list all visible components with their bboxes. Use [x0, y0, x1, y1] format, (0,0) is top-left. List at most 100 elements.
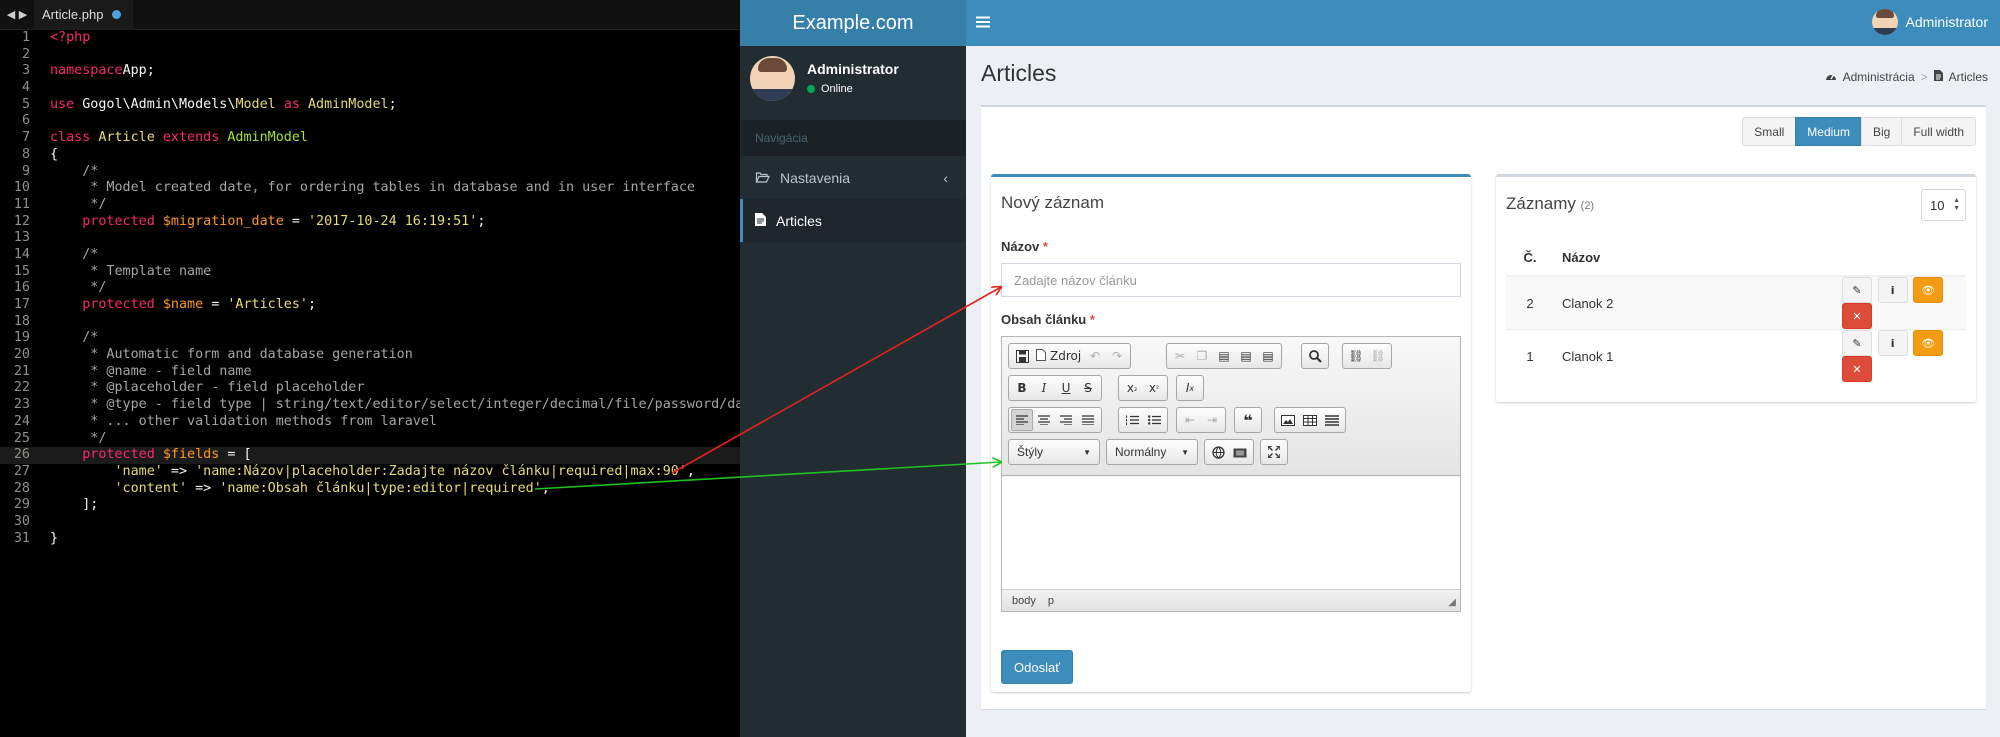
- image-icon[interactable]: [1277, 409, 1299, 431]
- cut-icon[interactable]: ✂: [1169, 345, 1191, 367]
- size-big-button[interactable]: Big: [1860, 117, 1903, 146]
- column-header-name[interactable]: Názov: [1554, 239, 1836, 277]
- breadcrumb-home[interactable]: Administrácia: [1843, 70, 1915, 84]
- code-line[interactable]: 28 'content' => 'name:Obsah článku|type:…: [0, 481, 740, 498]
- code-line[interactable]: 13: [0, 230, 740, 247]
- view-button[interactable]: 👁: [1913, 277, 1944, 303]
- video-icon[interactable]: [1229, 441, 1251, 463]
- code-line[interactable]: 15 * Template name: [0, 264, 740, 281]
- sidebar-item-articles[interactable]: Articles: [740, 199, 966, 242]
- unlink-icon[interactable]: ⛓: [1367, 345, 1389, 367]
- superscript-icon[interactable]: x²: [1143, 377, 1165, 399]
- code-line[interactable]: 8{: [0, 147, 740, 164]
- size-medium-button[interactable]: Medium: [1795, 117, 1862, 146]
- resize-grip-icon[interactable]: ◢: [1448, 597, 1456, 608]
- source-button[interactable]: Zdroj: [1033, 345, 1084, 367]
- code-line[interactable]: 21 * @name - field name: [0, 364, 740, 381]
- name-input[interactable]: [1001, 263, 1461, 297]
- info-button[interactable]: i: [1877, 277, 1908, 303]
- code-line[interactable]: 9 /*: [0, 164, 740, 181]
- remove-format-icon[interactable]: Ix: [1179, 377, 1201, 399]
- table-icon[interactable]: [1299, 409, 1321, 431]
- code-line[interactable]: 31}: [0, 531, 740, 548]
- outdent-icon[interactable]: ⇤: [1179, 409, 1201, 431]
- format-combo[interactable]: Normálny ▼: [1106, 439, 1198, 465]
- editor-tab[interactable]: Article.php: [34, 0, 134, 30]
- table-row[interactable]: 1 Clanok 1 ✎ i 👁 ✕: [1506, 329, 1966, 382]
- maximize-icon[interactable]: [1263, 441, 1285, 463]
- paste-word-icon[interactable]: ▤: [1257, 345, 1279, 367]
- horizontal-line-icon[interactable]: [1321, 409, 1343, 431]
- indent-icon[interactable]: ⇥: [1201, 409, 1223, 431]
- copy-icon[interactable]: ❐: [1191, 345, 1213, 367]
- code-line[interactable]: 30: [0, 514, 740, 531]
- code-line[interactable]: 4: [0, 80, 740, 97]
- code-area[interactable]: 1 <?php 2 3 namespaceApp; 4 5 use Gogol\Admin\M…: [0, 30, 740, 547]
- bulleted-list-icon[interactable]: [1143, 409, 1165, 431]
- code-line[interactable]: 23 * @type - field type | string/text/ed…: [0, 397, 740, 414]
- code-line[interactable]: 26 protected $fields = [: [0, 447, 740, 464]
- path-body[interactable]: body: [1012, 595, 1036, 607]
- view-button[interactable]: 👁: [1913, 330, 1944, 356]
- code-text: ];: [50, 497, 99, 513]
- align-center-icon[interactable]: [1033, 409, 1055, 431]
- underline-icon[interactable]: U: [1055, 377, 1077, 399]
- sidebar-item-nastavenia[interactable]: Nastavenia ‹: [740, 156, 966, 199]
- code-line[interactable]: 7 class Article extends AdminModel: [0, 130, 740, 147]
- edit-button[interactable]: ✎: [1842, 277, 1872, 303]
- edit-button[interactable]: ✎: [1842, 330, 1872, 356]
- hamburger-menu-icon[interactable]: [976, 12, 990, 33]
- blockquote-icon[interactable]: ❝: [1237, 409, 1259, 431]
- info-button[interactable]: i: [1877, 330, 1908, 356]
- table-row[interactable]: 2 Clanok 2 ✎ i 👁 ✕: [1506, 275, 1966, 330]
- code-line[interactable]: 6: [0, 113, 740, 130]
- code-line[interactable]: 12 protected $migration_date = '2017-10-…: [0, 214, 740, 231]
- code-line[interactable]: 24 * ... other validation methods from l…: [0, 414, 740, 431]
- code-line[interactable]: 11 */: [0, 197, 740, 214]
- code-line[interactable]: 20 * Automatic form and database generat…: [0, 347, 740, 364]
- italic-icon[interactable]: I: [1033, 377, 1055, 399]
- code-line[interactable]: 16 */: [0, 280, 740, 297]
- code-line[interactable]: 18: [0, 314, 740, 331]
- delete-button[interactable]: ✕: [1842, 356, 1872, 382]
- code-line[interactable]: 27 'name' => 'name:Názov|placeholder:Zad…: [0, 464, 740, 481]
- undo-icon[interactable]: ↶: [1084, 345, 1106, 367]
- path-p[interactable]: p: [1048, 595, 1054, 607]
- tab-nav-arrows-icon[interactable]: ◀ ▶: [0, 8, 34, 21]
- globe-icon[interactable]: [1207, 441, 1229, 463]
- code-line[interactable]: 22 * @placeholder - field placeholder: [0, 380, 740, 397]
- save-icon[interactable]: [1011, 345, 1033, 367]
- link-icon[interactable]: ⛓: [1345, 345, 1367, 367]
- paste-text-icon[interactable]: ▤: [1235, 345, 1257, 367]
- code-line[interactable]: 2: [0, 47, 740, 64]
- logo[interactable]: Example.com: [740, 0, 966, 46]
- editor-content-area[interactable]: [1002, 477, 1460, 589]
- code-line[interactable]: 25 */: [0, 431, 740, 448]
- size-small-button[interactable]: Small: [1742, 117, 1797, 146]
- per-page-select[interactable]: 10 ▲ ▼: [1921, 189, 1966, 221]
- styles-combo[interactable]: Štýly ▼: [1008, 439, 1100, 465]
- code-line[interactable]: 10 * Model created date, for ordering ta…: [0, 180, 740, 197]
- bold-icon[interactable]: B: [1011, 377, 1033, 399]
- paste-icon[interactable]: ▤: [1213, 345, 1235, 367]
- subscript-icon[interactable]: x₂: [1121, 377, 1143, 399]
- code-line[interactable]: 14 /*: [0, 247, 740, 264]
- numbered-list-icon[interactable]: [1121, 409, 1143, 431]
- submit-button[interactable]: Odoslať: [1001, 650, 1074, 684]
- strikethrough-icon[interactable]: S: [1077, 377, 1099, 399]
- code-line[interactable]: 19 /*: [0, 330, 740, 347]
- redo-icon[interactable]: ↷: [1106, 345, 1128, 367]
- align-left-icon[interactable]: [1011, 409, 1033, 431]
- search-icon[interactable]: [1304, 345, 1326, 367]
- size-full-width-button[interactable]: Full width: [1901, 117, 1976, 146]
- code-line[interactable]: 29 ];: [0, 497, 740, 514]
- column-header-number[interactable]: Č.: [1506, 239, 1554, 277]
- align-right-icon[interactable]: [1055, 409, 1077, 431]
- code-line[interactable]: 5 use Gogol\Admin\Models\Model as AdminMo…: [0, 97, 740, 114]
- code-line[interactable]: 3 namespaceApp;: [0, 63, 740, 80]
- topbar-user-menu[interactable]: Administrator: [1871, 9, 1988, 35]
- code-line[interactable]: 17 protected $name = 'Articles';: [0, 297, 740, 314]
- code-line[interactable]: 1 <?php: [0, 30, 740, 47]
- delete-button[interactable]: ✕: [1842, 303, 1872, 329]
- align-justify-icon[interactable]: [1077, 409, 1099, 431]
